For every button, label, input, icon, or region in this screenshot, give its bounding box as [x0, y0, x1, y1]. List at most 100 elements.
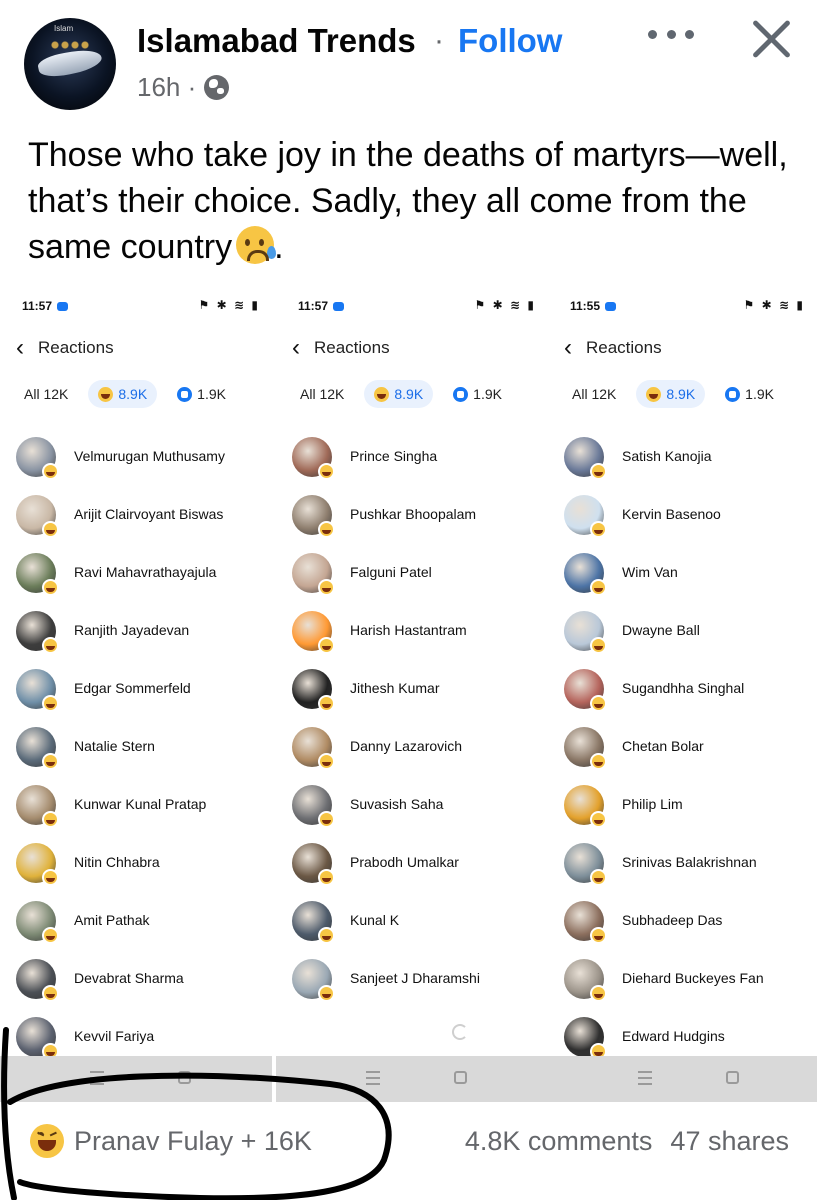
list-item[interactable]: Velmurugan Muthusamy — [0, 430, 272, 488]
tab-all[interactable]: All 12K — [300, 386, 344, 402]
list-item[interactable]: Ranjith Jayadevan — [0, 604, 272, 662]
list-item[interactable]: Dwayne Ball — [548, 604, 817, 662]
tab-like[interactable]: 1.9K — [177, 386, 226, 402]
list-item[interactable]: Pushkar Bhoopalam — [276, 488, 548, 546]
haha-badge-icon — [42, 521, 59, 538]
tab-haha[interactable]: 8.9K — [636, 380, 706, 408]
reactor-name: Suvasish Saha — [350, 796, 444, 812]
reactor-name: Philip Lim — [622, 796, 683, 812]
haha-badge-icon — [318, 753, 335, 770]
list-item[interactable]: Srinivas Balakrishnan — [548, 836, 817, 894]
reactor-name: Jithesh Kumar — [350, 680, 440, 696]
list-item[interactable]: Jithesh Kumar — [276, 662, 548, 720]
list-item[interactable]: Wim Van — [548, 546, 817, 604]
tab-all[interactable]: All 12K — [24, 386, 68, 402]
reactor-name: Subhadeep Das — [622, 912, 723, 928]
menu-icon[interactable] — [638, 1071, 652, 1085]
list-item[interactable]: Subhadeep Das — [548, 894, 817, 952]
haha-badge-icon — [318, 985, 335, 1002]
mouth-icon — [38, 1140, 56, 1151]
list-item[interactable]: Prince Singha — [276, 430, 548, 488]
haha-badge-icon — [42, 637, 59, 654]
list-item[interactable]: Sugandhha Singhal — [548, 662, 817, 720]
haha-badge-icon — [590, 985, 607, 1002]
reactor-name: Nitin Chhabra — [74, 854, 160, 870]
haha-badge-icon — [318, 521, 335, 538]
status-bar: 11:57 ⚑ ✱ ≋ ▮ — [276, 290, 548, 322]
list-item[interactable]: Kunwar Kunal Pratap — [0, 778, 272, 836]
post-body: Those who take joy in the deaths of mart… — [28, 136, 788, 266]
tab-like[interactable]: 1.9K — [725, 386, 774, 402]
list-item[interactable]: Kunal K — [276, 894, 548, 952]
post-image[interactable]: 11:57 ⚑ ✱ ≋ ▮ ‹ Reactions All 12K 8.9K 1… — [0, 290, 817, 1102]
haha-badge-icon — [318, 869, 335, 886]
loading-spinner-icon — [452, 1024, 468, 1040]
haha-icon — [646, 386, 662, 402]
avatar-decoration — [50, 40, 90, 50]
reaction-count[interactable]: Pranav Fulay + 16K — [74, 1126, 312, 1157]
menu-icon[interactable] — [366, 1071, 380, 1085]
reactor-name: Danny Lazarovich — [350, 738, 463, 754]
list-item[interactable]: Ravi Mahavrathayajula — [0, 546, 272, 604]
haha-badge-icon — [318, 927, 335, 944]
list-item[interactable]: Harish Hastantram — [276, 604, 548, 662]
list-item[interactable]: Chetan Bolar — [548, 720, 817, 778]
reactor-name: Ranjith Jayadevan — [74, 622, 190, 638]
list-item[interactable]: Falguni Patel — [276, 546, 548, 604]
reactor-name: Kevvil Fariya — [74, 1028, 155, 1044]
list-item[interactable]: Philip Lim — [548, 778, 817, 836]
reactor-name: Edward Hudgins — [622, 1028, 725, 1044]
home-square-icon[interactable] — [178, 1071, 191, 1084]
reaction-summary[interactable]: Pranav Fulay + 16K — [30, 1124, 312, 1158]
haha-icon — [98, 386, 114, 402]
back-chevron-icon[interactable]: ‹ — [16, 334, 24, 362]
list-item[interactable]: Kervin Basenoo — [548, 488, 817, 546]
globe-icon — [204, 75, 230, 100]
list-item[interactable]: Natalie Stern — [0, 720, 272, 778]
page-name[interactable]: Islamabad Trends — [137, 22, 416, 60]
follow-button[interactable]: Follow — [458, 22, 562, 60]
shares-count[interactable]: 47 shares — [670, 1126, 789, 1157]
status-bar: 11:55 ⚑ ✱ ≋ ▮ — [548, 290, 817, 322]
more-options-button[interactable] — [648, 30, 694, 46]
reaction-tabs: All 12K 8.9K 1.9K — [548, 376, 817, 412]
comments-count[interactable]: 4.8K comments — [465, 1126, 653, 1157]
home-square-icon[interactable] — [454, 1071, 467, 1084]
menu-icon[interactable] — [90, 1071, 104, 1085]
page-avatar[interactable]: Islam — [24, 18, 116, 110]
haha-badge-icon — [590, 753, 607, 770]
list-item[interactable]: Sanjeet J Dharamshi — [276, 952, 548, 1010]
list-item[interactable]: Suvasish Saha — [276, 778, 548, 836]
haha-badge-icon — [42, 463, 59, 480]
list-item[interactable]: Danny Lazarovich — [276, 720, 548, 778]
tab-like[interactable]: 1.9K — [453, 386, 502, 402]
reactor-name: Edgar Sommerfeld — [74, 680, 191, 696]
list-item[interactable]: Prabodh Umalkar — [276, 836, 548, 894]
airplane-icon — [36, 45, 104, 81]
tab-like-count: 1.9K — [745, 386, 774, 402]
reactor-name: Prince Singha — [350, 448, 438, 464]
tab-all[interactable]: All 12K — [572, 386, 616, 402]
tab-haha[interactable]: 8.9K — [88, 380, 158, 408]
reactor-name: Prabodh Umalkar — [350, 854, 459, 870]
post-time[interactable]: 16h · — [137, 72, 196, 103]
reactor-name: Satish Kanojia — [622, 448, 712, 464]
reactor-name: Diehard Buckeyes Fan — [622, 970, 764, 986]
list-item[interactable]: Nitin Chhabra — [0, 836, 272, 894]
haha-badge-icon — [318, 811, 335, 828]
tab-like-count: 1.9K — [197, 386, 226, 402]
list-item[interactable]: Amit Pathak — [0, 894, 272, 952]
tab-haha[interactable]: 8.9K — [364, 380, 434, 408]
list-item[interactable]: Arijit Clairvoyant Biswas — [0, 488, 272, 546]
list-item[interactable]: Devabrat Sharma — [0, 952, 272, 1010]
reactor-name: Natalie Stern — [74, 738, 155, 754]
list-item[interactable]: Edgar Sommerfeld — [0, 662, 272, 720]
back-chevron-icon[interactable]: ‹ — [292, 334, 300, 362]
list-item[interactable]: Diehard Buckeyes Fan — [548, 952, 817, 1010]
reaction-tabs: All 12K 8.9K 1.9K — [276, 376, 548, 412]
back-chevron-icon[interactable]: ‹ — [564, 334, 572, 362]
status-time: 11:55 — [570, 299, 616, 313]
home-square-icon[interactable] — [726, 1071, 739, 1084]
list-item[interactable]: Satish Kanojia — [548, 430, 817, 488]
close-icon[interactable] — [748, 16, 794, 62]
